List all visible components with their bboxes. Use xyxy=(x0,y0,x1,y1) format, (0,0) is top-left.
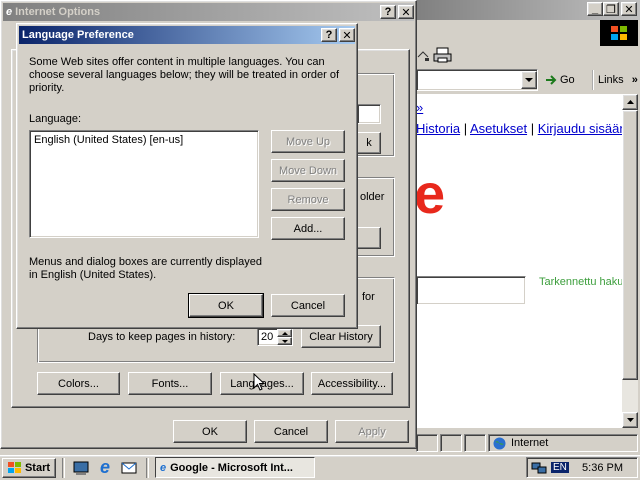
language-list-item[interactable]: English (United States) [en-us] xyxy=(34,134,254,146)
lang-indicator[interactable]: EN xyxy=(551,462,569,473)
links-chevron-icon: » xyxy=(631,74,638,86)
language-cancel-button[interactable]: Cancel xyxy=(271,294,345,317)
older-label: older xyxy=(360,191,385,203)
quicklaunch-divider-2 xyxy=(146,458,149,478)
task-label: Google - Microsoft Int... xyxy=(170,461,293,474)
google-search-input[interactable] xyxy=(416,276,526,305)
zone-label: Internet xyxy=(511,437,549,449)
go-button[interactable]: Go xyxy=(545,70,589,90)
language-dialog-titlebar: Language Preference xyxy=(19,26,355,44)
globe-icon xyxy=(493,437,506,449)
language-help-icon[interactable]: ? xyxy=(321,28,337,42)
network-tray-icon[interactable] xyxy=(531,461,547,475)
printer-icon[interactable] xyxy=(433,46,453,64)
language-preference-dialog: Language Preference ? ✕ Some Web sites o… xyxy=(16,23,358,329)
internet-options-titlebar: e Internet Options xyxy=(3,3,414,21)
colors-button[interactable]: Colors... xyxy=(37,372,120,395)
scroll-down-icon[interactable] xyxy=(622,412,638,428)
mouse-cursor-icon xyxy=(253,372,267,393)
language-label: Language: xyxy=(29,113,81,125)
ie-quicklaunch-icon[interactable]: e xyxy=(96,458,114,476)
options-ok-button[interactable]: OK xyxy=(173,420,247,443)
links-label: Links xyxy=(598,74,624,86)
language-close-icon[interactable]: ✕ xyxy=(339,28,355,42)
history-days-value: 20 xyxy=(261,331,274,343)
options-cancel-button[interactable]: Cancel xyxy=(254,420,328,443)
spin-up-icon[interactable] xyxy=(277,329,292,337)
accessibility-button[interactable]: Accessibility... xyxy=(311,372,393,395)
link-asetukset[interactable]: Asetukset xyxy=(470,121,527,136)
scroll-thumb[interactable] xyxy=(622,110,638,380)
status-zone-pane: Internet xyxy=(488,434,638,452)
address-dropdown-button[interactable] xyxy=(521,71,537,89)
google-logo-fragment: e xyxy=(414,162,446,225)
page-content xyxy=(416,94,622,428)
address-input[interactable] xyxy=(416,69,538,91)
outlook-quicklaunch-icon[interactable] xyxy=(120,459,138,477)
options-apply-button[interactable]: Apply xyxy=(335,420,409,443)
go-label: Go xyxy=(560,74,575,86)
home-address-input[interactable] xyxy=(357,104,381,124)
links-toolbar[interactable]: Links » xyxy=(592,70,640,90)
dialog-close-icon[interactable]: ✕ xyxy=(398,5,414,19)
clock: 5:36 PM xyxy=(582,461,623,474)
advanced-search-link[interactable]: Tarkennettu haku xyxy=(539,276,623,288)
taskbar-task-google[interactable]: e Google - Microsoft Int... xyxy=(155,457,315,478)
internet-options-title: Internet Options xyxy=(15,6,101,18)
mail-icon[interactable] xyxy=(416,48,430,64)
menus-language-note: Menus and dialog boxes are currently dis… xyxy=(29,256,262,281)
status-pane-1 xyxy=(416,434,438,452)
language-listbox[interactable]: English (United States) [en-us] xyxy=(29,130,259,238)
scroll-up-icon[interactable] xyxy=(622,94,638,110)
history-days-label: Days to keep pages in history: xyxy=(88,331,236,343)
partial-button[interactable]: k xyxy=(357,132,381,154)
status-pane-3 xyxy=(464,434,486,452)
restore-icon[interactable]: ❐ xyxy=(603,2,619,16)
quicklaunch-divider xyxy=(62,458,65,478)
system-tray: EN 5:36 PM xyxy=(526,457,638,478)
show-desktop-icon[interactable] xyxy=(72,459,90,477)
help-icon[interactable]: ? xyxy=(380,5,396,19)
remove-button[interactable]: Remove xyxy=(271,188,345,211)
move-down-button[interactable]: Move Down xyxy=(271,159,345,182)
ie-small-icon: e xyxy=(6,6,13,18)
fonts-button[interactable]: Fonts... xyxy=(128,372,212,395)
more-link[interactable]: » xyxy=(416,100,423,115)
link-historia[interactable]: Historia xyxy=(416,121,460,136)
start-button[interactable]: Start xyxy=(2,458,56,478)
add-language-button[interactable]: Add... xyxy=(271,217,345,240)
close-icon[interactable]: ✕ xyxy=(621,2,637,16)
spin-down-icon[interactable] xyxy=(277,337,292,345)
language-ok-button[interactable]: OK xyxy=(188,293,264,318)
page-nav-links: Historia | Asetukset | Kirjaudu sisään xyxy=(416,121,627,136)
minimize-icon[interactable]: _ xyxy=(587,2,603,16)
windows-logo-icon xyxy=(600,20,638,46)
task-ie-icon: e xyxy=(160,461,167,474)
partial-button-2[interactable] xyxy=(357,227,381,249)
start-windows-icon xyxy=(7,462,21,473)
link-kirjaudu[interactable]: Kirjaudu sisään xyxy=(538,121,627,136)
for-label: for xyxy=(362,291,375,303)
move-up-button[interactable]: Move Up xyxy=(271,130,345,153)
go-arrow-icon xyxy=(546,75,557,85)
language-description: Some Web sites offer content in multiple… xyxy=(29,56,340,94)
status-pane-2 xyxy=(440,434,462,452)
language-dialog-title: Language Preference xyxy=(22,29,134,41)
start-label: Start xyxy=(24,462,51,474)
